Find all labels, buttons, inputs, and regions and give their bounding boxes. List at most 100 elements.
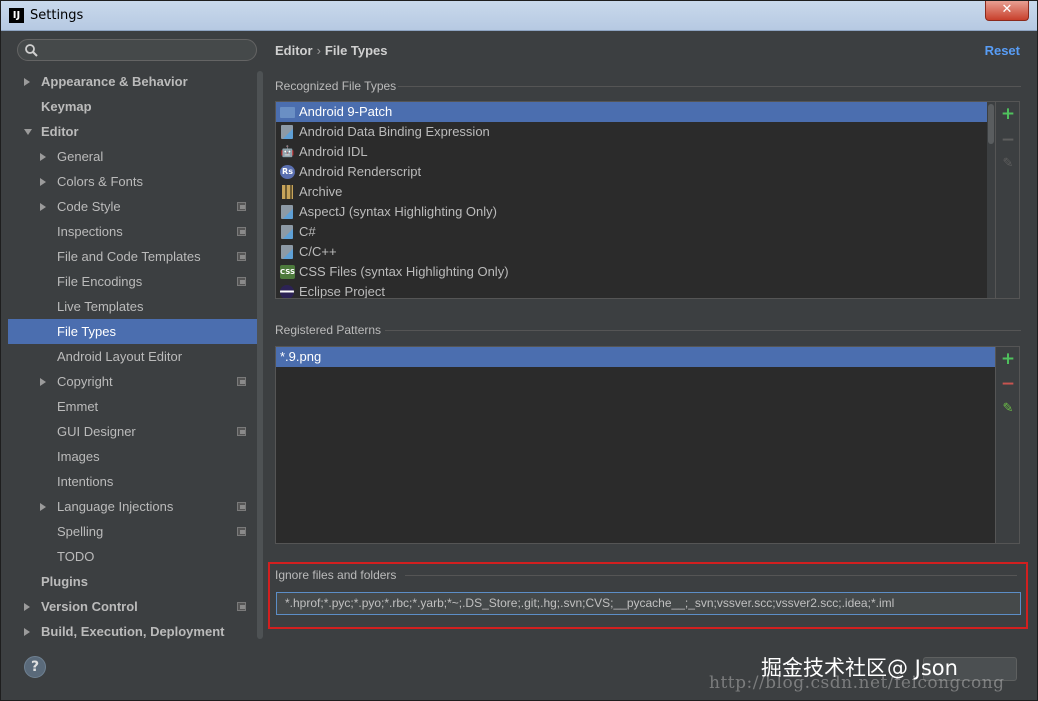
search-input[interactable]	[17, 39, 257, 61]
sidebar-item-label: File and Code Templates	[57, 249, 201, 264]
settings-tree: Appearance & Behavior Keymap Editor General…	[8, 69, 263, 640]
file-type-label: Android IDL	[299, 144, 368, 159]
sidebar-item-file-and-code-templates[interactable]: File and Code Templates	[8, 244, 263, 269]
sidebar-item-label: Emmet	[57, 399, 99, 414]
ignore-files-input[interactable]: *.hprof;*.pyc;*.pyo;*.rbc;*.yarb;*~;.DS_…	[276, 592, 1021, 615]
sidebar-item-label: Images	[57, 449, 100, 464]
sidebar-item-intentions[interactable]: Intentions	[8, 469, 263, 494]
file-person-icon	[281, 245, 293, 259]
sidebar-item-version-control[interactable]: Version Control	[8, 594, 263, 619]
file-person-icon	[281, 125, 293, 139]
folder-icon	[280, 107, 295, 118]
file-type-row[interactable]: C#	[276, 222, 995, 242]
sidebar-item-label: Build, Execution, Deployment	[41, 624, 225, 639]
sidebar-item-file-encodings[interactable]: File Encodings	[8, 269, 263, 294]
sidebar-item-spelling[interactable]: Spelling	[8, 519, 263, 544]
file-type-row[interactable]: 🤖 Android IDL	[276, 142, 995, 162]
project-scope-icon	[237, 227, 246, 236]
chevron-right-icon[interactable]	[24, 78, 30, 86]
sidebar-item-plugins[interactable]: Plugins	[8, 569, 263, 594]
sidebar-item-colors-fonts[interactable]: Colors & Fonts	[8, 169, 263, 194]
watermark-text: 掘金技术社区@ Json	[761, 656, 958, 680]
file-types-scrollbar[interactable]	[987, 102, 995, 298]
intellij-app-icon: IJ	[9, 8, 24, 23]
sidebar-item-label: GUI Designer	[57, 424, 136, 439]
chevron-right-icon[interactable]	[40, 378, 46, 386]
close-window-button[interactable]: ✕	[985, 1, 1029, 21]
sidebar-item-build-execution-deployment[interactable]: Build, Execution, Deployment	[8, 619, 263, 640]
section-divider	[385, 330, 1021, 331]
ignore-files-label: Ignore files and folders	[275, 568, 397, 582]
title-bar[interactable]: IJ Settings ✕	[1, 1, 1037, 31]
file-type-row[interactable]: Android 9-Patch	[276, 102, 995, 122]
chevron-right-icon[interactable]	[24, 603, 30, 611]
css-icon: CSS	[280, 265, 295, 279]
sidebar-item-inspections[interactable]: Inspections	[8, 219, 263, 244]
sidebar-item-label: Live Templates	[57, 299, 144, 314]
sidebar-item-todo[interactable]: TODO	[8, 544, 263, 569]
file-type-label: Android Data Binding Expression	[299, 124, 490, 139]
sidebar-item-live-templates[interactable]: Live Templates	[8, 294, 263, 319]
sidebar-item-label: Editor	[41, 124, 79, 139]
recognized-file-types-label: Recognized File Types	[275, 79, 397, 93]
file-type-row[interactable]: C/C++	[276, 242, 995, 262]
settings-window: IJ Settings ✕ Appearance & Behavior Keyma…	[0, 0, 1038, 701]
sidebar-item-label: Code Style	[57, 199, 121, 214]
file-type-row[interactable]: Rs Android Renderscript	[276, 162, 995, 182]
sidebar-item-keymap[interactable]: Keymap	[8, 94, 263, 119]
window-title: Settings	[30, 8, 84, 23]
sidebar-item-label: TODO	[57, 549, 95, 564]
chevron-down-icon[interactable]	[24, 129, 32, 135]
scrollbar-thumb[interactable]	[988, 104, 994, 144]
help-button[interactable]: ?	[24, 656, 46, 678]
pattern-row[interactable]: *.9.png	[276, 347, 995, 367]
settings-sidebar: Appearance & Behavior Keymap Editor General…	[8, 34, 263, 640]
sidebar-scrollbar[interactable]	[257, 71, 263, 639]
chevron-right-icon[interactable]	[40, 153, 46, 161]
add-file-type-button[interactable]: +	[1000, 106, 1016, 123]
add-pattern-button[interactable]: +	[1000, 351, 1016, 368]
sidebar-item-label: Language Injections	[57, 499, 174, 514]
file-type-row[interactable]: CSS CSS Files (syntax Highlighting Only)	[276, 262, 995, 282]
chevron-right-icon[interactable]	[40, 503, 46, 511]
sidebar-item-label: Inspections	[57, 224, 123, 239]
file-type-row[interactable]: AspectJ (syntax Highlighting Only)	[276, 202, 995, 222]
sidebar-item-gui-designer[interactable]: GUI Designer	[8, 419, 263, 444]
sidebar-item-label: Android Layout Editor	[57, 349, 183, 364]
registered-patterns-list[interactable]: *.9.png	[275, 346, 996, 544]
file-type-row[interactable]: Android Data Binding Expression	[276, 122, 995, 142]
file-type-row[interactable]: Archive	[276, 182, 995, 202]
sidebar-item-label: Copyright	[57, 374, 113, 389]
sidebar-item-label: File Encodings	[57, 274, 143, 289]
breadcrumb-parent[interactable]: Editor	[275, 43, 313, 58]
sidebar-item-general[interactable]: General	[8, 144, 263, 169]
sidebar-item-emmet[interactable]: Emmet	[8, 394, 263, 419]
chevron-right-icon[interactable]	[40, 178, 46, 186]
sidebar-item-images[interactable]: Images	[8, 444, 263, 469]
edit-pattern-button[interactable]: ✎	[1000, 401, 1016, 417]
sidebar-item-code-style[interactable]: Code Style	[8, 194, 263, 219]
file-type-row[interactable]: Eclipse Project	[276, 282, 995, 298]
chevron-right-icon[interactable]	[40, 203, 46, 211]
search-icon	[25, 44, 38, 57]
project-scope-icon	[237, 427, 246, 436]
sidebar-item-copyright[interactable]: Copyright	[8, 369, 263, 394]
remove-pattern-button[interactable]: −	[1000, 376, 1016, 393]
sidebar-item-appearance-behavior[interactable]: Appearance & Behavior	[8, 69, 263, 94]
project-scope-icon	[237, 602, 246, 611]
remove-file-type-button[interactable]: −	[1000, 132, 1016, 149]
file-type-label: Archive	[299, 184, 343, 199]
chevron-right-icon[interactable]	[24, 628, 30, 636]
sidebar-item-language-injections[interactable]: Language Injections	[8, 494, 263, 519]
file-type-label: Android Renderscript	[299, 164, 422, 179]
project-scope-icon	[237, 377, 246, 386]
sidebar-item-android-layout-editor[interactable]: Android Layout Editor	[8, 344, 263, 369]
sidebar-item-editor[interactable]: Editor	[8, 119, 263, 144]
registered-patterns-label: Registered Patterns	[275, 323, 382, 337]
pattern-label: *.9.png	[280, 349, 322, 364]
edit-file-type-button[interactable]: ✎	[1000, 156, 1016, 172]
file-person-icon	[281, 225, 293, 239]
sidebar-item-file-types[interactable]: File Types	[8, 319, 263, 344]
reset-link[interactable]: Reset	[985, 43, 1020, 58]
recognized-file-types-list[interactable]: Android 9-Patch Android Data Binding Expr…	[275, 101, 996, 299]
